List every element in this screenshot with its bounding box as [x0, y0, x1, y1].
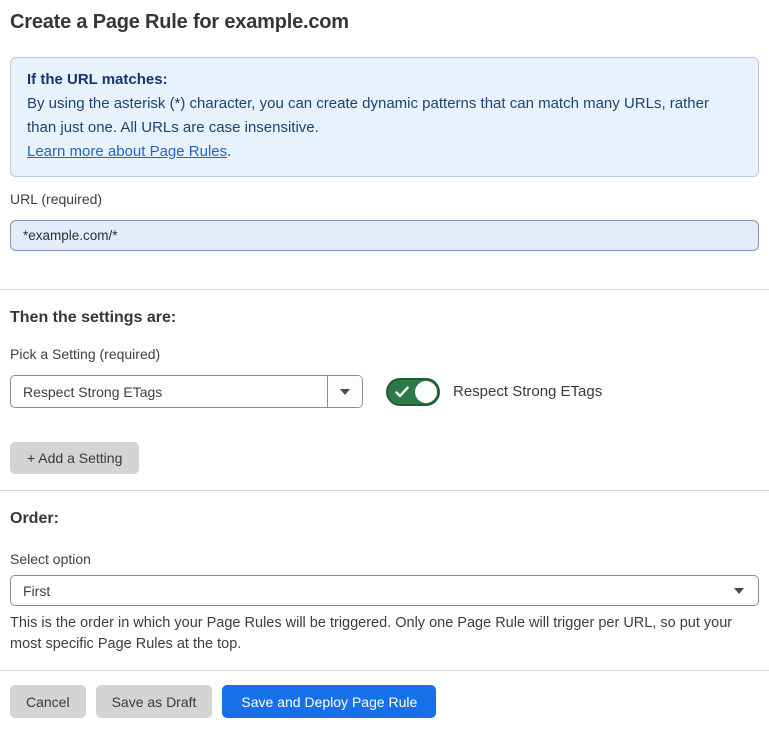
setting-select[interactable]: Respect Strong ETags	[10, 375, 363, 408]
order-select-value: First	[23, 583, 50, 599]
setting-select-value: Respect Strong ETags	[11, 376, 327, 407]
url-input[interactable]	[10, 220, 759, 251]
info-box-heading: If the URL matches:	[27, 68, 742, 92]
toggle-label: Respect Strong ETags	[453, 383, 602, 400]
save-and-deploy-button[interactable]: Save and Deploy Page Rule	[222, 685, 436, 718]
order-heading: Order:	[10, 491, 759, 528]
save-as-draft-button[interactable]: Save as Draft	[96, 685, 213, 718]
learn-more-link[interactable]: Learn more about Page Rules	[27, 143, 227, 160]
pick-setting-label: Pick a Setting (required)	[10, 346, 759, 362]
page-rule-form: Create a Page Rule for example.com If th…	[0, 0, 769, 733]
url-label: URL (required)	[10, 191, 759, 207]
caret-down-icon	[734, 588, 744, 594]
settings-heading: Then the settings are:	[10, 290, 759, 327]
footer-divider	[0, 670, 769, 671]
toggle-knob	[415, 381, 437, 403]
add-setting-button[interactable]: + Add a Setting	[10, 442, 139, 474]
info-box-body: By using the asterisk (*) character, you…	[27, 92, 742, 140]
order-select[interactable]: First	[10, 575, 759, 606]
setting-row: Respect Strong ETags Respect Strong ETag…	[10, 375, 759, 408]
order-select-label: Select option	[10, 551, 759, 567]
info-box-link-row: Learn more about Page Rules.	[27, 140, 742, 164]
page-title: Create a Page Rule for example.com	[10, 0, 759, 34]
setting-toggle-group: Respect Strong ETags	[386, 378, 602, 406]
caret-down-icon[interactable]	[327, 376, 362, 407]
respect-strong-etags-toggle[interactable]	[386, 378, 440, 406]
cancel-button[interactable]: Cancel	[10, 685, 86, 718]
link-period: .	[227, 143, 231, 160]
url-match-info-box: If the URL matches: By using the asteris…	[10, 57, 759, 177]
action-buttons: Cancel Save as Draft Save and Deploy Pag…	[10, 685, 759, 718]
caret-down-glyph	[340, 389, 350, 395]
order-help-text: This is the order in which your Page Rul…	[10, 613, 759, 655]
check-icon	[395, 386, 409, 398]
